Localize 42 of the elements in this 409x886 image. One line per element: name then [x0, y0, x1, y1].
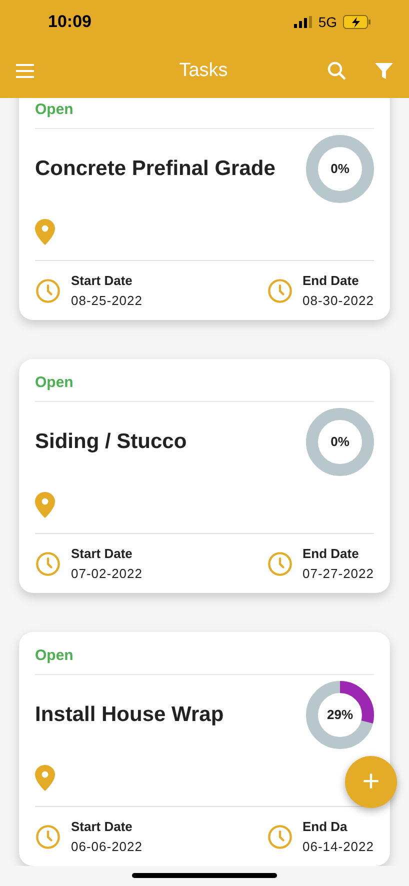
- progress-ring: [306, 681, 374, 749]
- progress-percent: 0%: [330, 160, 350, 178]
- end-date-label: End Da: [302, 818, 348, 836]
- start-date-label: Start Date: [71, 545, 134, 563]
- search-icon[interactable]: [326, 61, 347, 81]
- start-date: 06-06-2022: [71, 838, 142, 856]
- clock-icon: [35, 824, 61, 850]
- location-pin-icon: [35, 492, 55, 518]
- clock-icon: [266, 278, 292, 304]
- task-title: Install House Wrap: [35, 702, 224, 728]
- start-date-label: Start Date: [71, 818, 134, 836]
- end-date: 08-30-2022: [302, 292, 374, 310]
- start-date-label: Start Date: [71, 272, 134, 290]
- task-card[interactable]: Open Siding / Stucco 0% Start Date 07-02-2022 End Date 07-27-2022: [19, 359, 390, 593]
- clock-icon: [266, 550, 292, 576]
- battery-charging-icon: [343, 15, 371, 29]
- status-label: Open: [35, 646, 374, 675]
- status-label: Open: [35, 373, 374, 402]
- signal-icon: [294, 16, 312, 28]
- progress-percent: 0%: [330, 433, 350, 452]
- location-pin-icon: [35, 218, 55, 244]
- task-title: Siding / Stucco: [35, 429, 187, 456]
- status-time: 10:09: [48, 11, 92, 34]
- start-date: 08-25-2022: [71, 292, 142, 310]
- clock-icon: [35, 550, 61, 576]
- filter-icon[interactable]: [374, 62, 393, 80]
- page-title: Tasks: [179, 58, 228, 83]
- clock-icon: [35, 278, 61, 304]
- task-title: Concrete Prefinal Grade: [35, 156, 276, 182]
- end-date: 06-14-2022: [302, 838, 374, 856]
- status-label: Open: [35, 100, 374, 129]
- location-pin-icon: [35, 764, 55, 790]
- task-card[interactable]: Open Concrete Prefinal Grade 0% Start Date 08-25-2022 End Date 08-30-2022: [19, 98, 390, 320]
- clock-icon: [266, 824, 292, 850]
- progress-ring: [306, 408, 374, 476]
- progress-percent: 29%: [326, 706, 354, 724]
- progress-ring: [306, 135, 374, 203]
- network-label: 5G: [318, 12, 337, 32]
- end-date-label: End Date: [302, 272, 360, 290]
- end-date-label: End Date: [302, 545, 360, 563]
- end-date: 07-27-2022: [302, 564, 374, 582]
- start-date: 07-02-2022: [71, 564, 142, 582]
